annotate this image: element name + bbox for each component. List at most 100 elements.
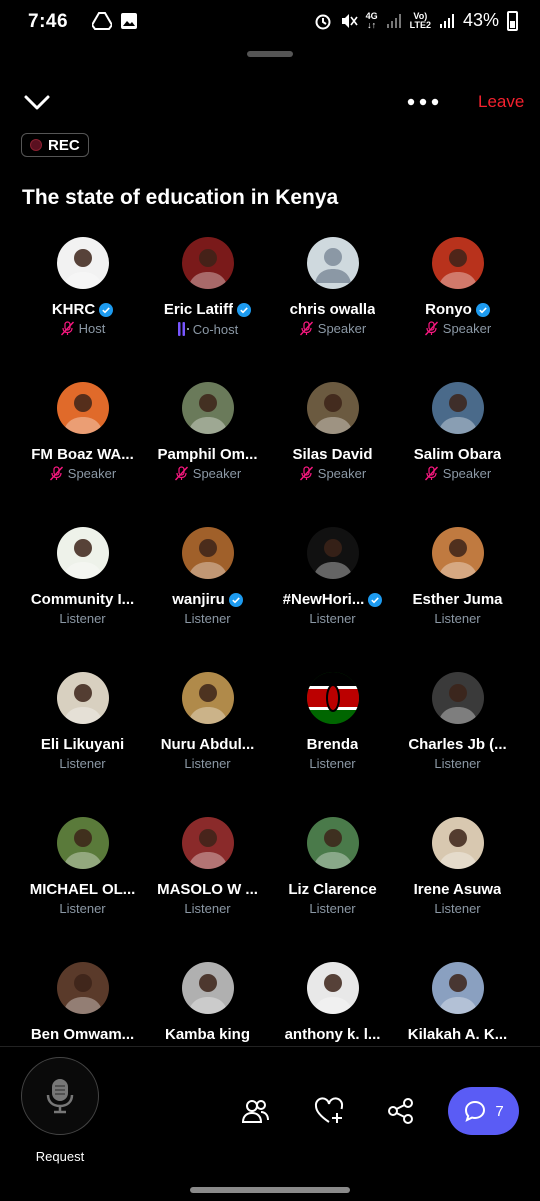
mic-off-icon: [299, 466, 313, 481]
participant-tile[interactable]: Irene Asuwa Listener: [395, 816, 520, 956]
participant-role: Speaker: [67, 466, 117, 481]
participant-tile[interactable]: MICHAEL OL... Listener: [20, 816, 145, 956]
participant-tile[interactable]: Nuru Abdul... Listener: [145, 671, 270, 811]
participant-tile[interactable]: Community I... Listener: [20, 526, 145, 666]
participant-tile[interactable]: KHRC Host: [20, 236, 145, 376]
avatar: [306, 672, 359, 724]
status-right-icons: 4G ↓↑ Vo) LTE2 43%: [314, 10, 518, 31]
participant-role: Listener: [434, 901, 481, 916]
participant-tile[interactable]: Kamba kingListener: [145, 961, 270, 1048]
participant-tile[interactable]: anthony k. l...Listener: [270, 961, 395, 1048]
participant-tile[interactable]: Brenda Listener: [270, 671, 395, 811]
heart-plus-icon[interactable]: [314, 1096, 344, 1126]
participant-role: Speaker: [192, 466, 242, 481]
participant-role-row: Listener: [395, 611, 520, 626]
participant-tile[interactable]: FM Boaz WA... Speaker: [20, 381, 145, 521]
participant-tile[interactable]: Eli Likuyani Listener: [20, 671, 145, 811]
participant-name-row: wanjiru: [145, 591, 270, 608]
participant-name: Community I...: [30, 591, 135, 608]
participant-name-row: #NewHori...: [270, 591, 395, 608]
avatar: [431, 962, 484, 1014]
participant-role-row: Listener: [20, 756, 145, 771]
avatar: [306, 382, 359, 434]
participant-name: FM Boaz WA...: [31, 446, 134, 463]
participant-role-row: Listener: [270, 611, 395, 626]
participant-tile[interactable]: wanjiru Listener: [145, 526, 270, 666]
participant-tile[interactable]: #NewHori... Listener: [270, 526, 395, 666]
participant-role-row: Speaker: [395, 321, 520, 336]
mic-off-icon: [424, 321, 438, 336]
participant-tile[interactable]: Liz Clarence Listener: [270, 816, 395, 956]
rec-badge: REC: [21, 133, 89, 157]
participant-tile[interactable]: Esther Juma Listener: [395, 526, 520, 666]
participant-name: MASOLO W ...: [157, 881, 258, 898]
participant-name-row: Eric Latiff: [145, 301, 270, 318]
participant-name-row: Silas David: [270, 446, 395, 463]
avatar: [306, 962, 359, 1014]
avatar: [56, 237, 109, 289]
participant-name-row: Ben Omwam...: [20, 1026, 145, 1043]
participant-name-row: Kilakah A. K...: [395, 1026, 520, 1043]
avatar: [56, 527, 109, 579]
verified-badge-icon: [228, 592, 243, 607]
space-title: The state of education in Kenya: [22, 186, 339, 209]
participant-tile[interactable]: Charles Jb (... Listener: [395, 671, 520, 811]
alarm-icon: [315, 14, 331, 29]
participant-tile[interactable]: Pamphil Om... Speaker: [145, 381, 270, 521]
participant-name: Esther Juma: [412, 591, 503, 608]
participant-name: anthony k. l...: [284, 1026, 381, 1043]
mute-icon: [341, 13, 358, 28]
participant-tile[interactable]: chris owalla Speaker: [270, 236, 395, 376]
people-icon[interactable]: [240, 1096, 270, 1126]
participant-name: #NewHori...: [282, 591, 365, 608]
sheet-handle[interactable]: [247, 51, 293, 57]
share-icon[interactable]: [386, 1096, 416, 1126]
signal-icon: [386, 13, 401, 28]
participant-tile[interactable]: Silas David Speaker: [270, 381, 395, 521]
participant-tile[interactable]: Salim Obara Speaker: [395, 381, 520, 521]
participant-name-row: Irene Asuwa: [395, 881, 520, 898]
participant-name-row: MICHAEL OL...: [20, 881, 145, 898]
participant-tile[interactable]: MASOLO W ... Listener: [145, 816, 270, 956]
leave-button[interactable]: Leave: [478, 92, 524, 112]
nav-gesture-bar[interactable]: [190, 1187, 350, 1193]
speaking-bars-icon: [177, 322, 189, 336]
participant-name-row: Pamphil Om...: [145, 446, 270, 463]
participant-name: wanjiru: [172, 591, 225, 608]
participant-role: Listener: [309, 756, 356, 771]
participant-role-row: Listener: [270, 901, 395, 916]
participant-role-row: Listener: [20, 611, 145, 626]
avatar: [56, 962, 109, 1014]
participants-grid: KHRC Host Eric Latiff Co-host chris owalla Sp…: [20, 236, 520, 1048]
comments-button[interactable]: 7: [448, 1087, 519, 1135]
participant-tile[interactable]: Ben Omwam...Listener: [20, 961, 145, 1048]
participant-role: Listener: [184, 611, 231, 626]
mic-off-icon: [424, 466, 438, 481]
mic-off-icon: [174, 466, 188, 481]
verified-badge-icon: [237, 302, 252, 317]
drive-icon: [92, 12, 112, 30]
participant-role: Listener: [59, 901, 106, 916]
avatar: [181, 817, 234, 869]
participant-name-row: Eli Likuyani: [20, 736, 145, 753]
chevron-down-icon[interactable]: [22, 88, 52, 116]
request-mic-button[interactable]: [21, 1057, 99, 1135]
participant-role: Speaker: [442, 466, 492, 481]
avatar: [56, 817, 109, 869]
avatar: [431, 527, 484, 579]
participant-tile[interactable]: Kilakah A. K...Listener: [395, 961, 520, 1048]
mic-off-icon: [49, 466, 63, 481]
participant-name-row: KHRC: [20, 301, 145, 318]
status-left-icons: [92, 12, 138, 30]
participant-role-row: Host: [20, 321, 145, 336]
participant-name: Liz Clarence: [288, 881, 377, 898]
avatar: [306, 237, 359, 289]
verified-badge-icon: [475, 302, 490, 317]
participant-tile[interactable]: Eric Latiff Co-host: [145, 236, 270, 376]
more-options-icon[interactable]: [405, 92, 441, 112]
participant-tile[interactable]: Ronyo Speaker: [395, 236, 520, 376]
request-label: Request: [35, 1149, 85, 1164]
participant-role: Listener: [59, 611, 106, 626]
participant-name: chris owalla: [289, 301, 376, 318]
avatar: [56, 382, 109, 434]
